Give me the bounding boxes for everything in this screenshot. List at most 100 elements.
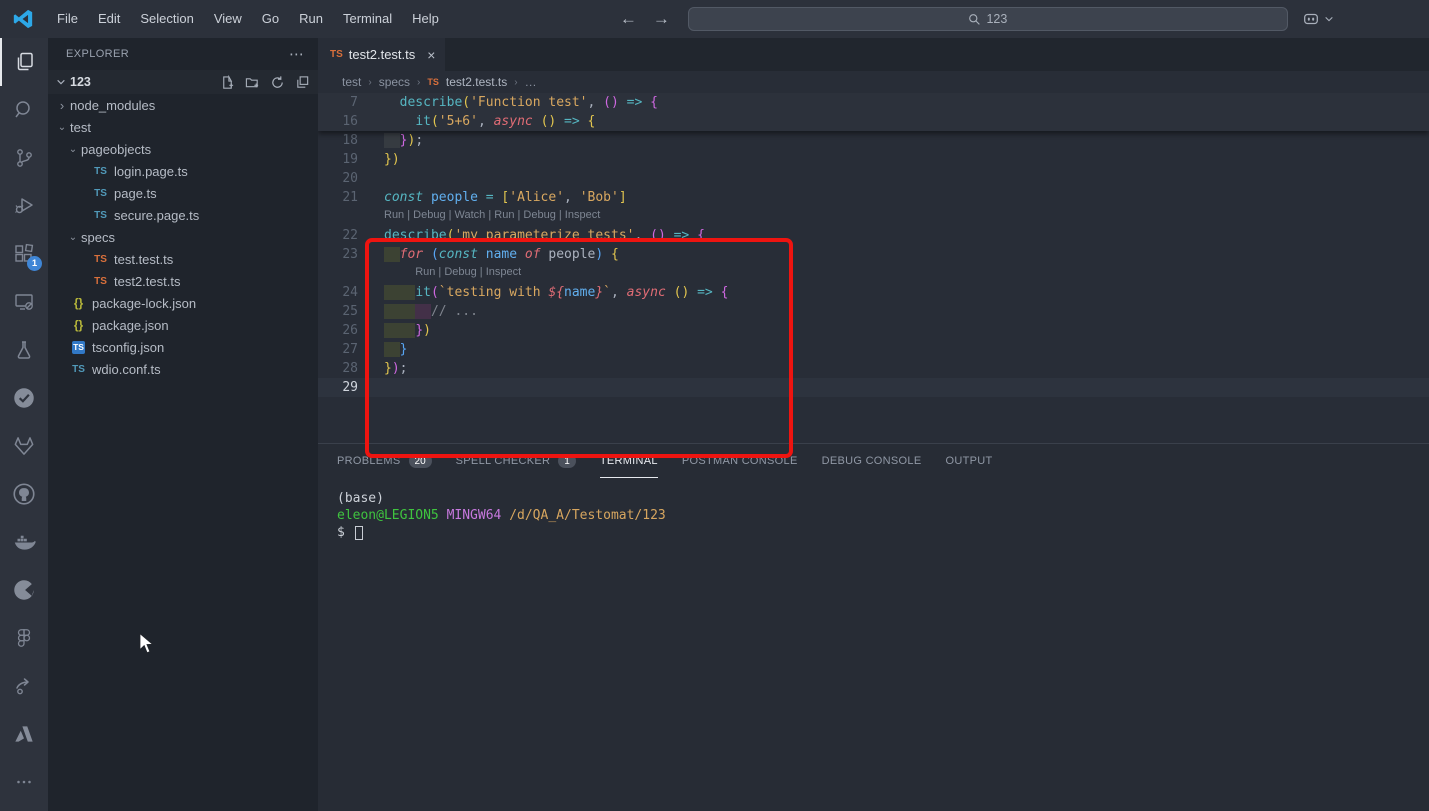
panel-tab-output[interactable]: OUTPUT: [945, 444, 992, 478]
refresh-icon[interactable]: [270, 75, 285, 90]
terminal-output[interactable]: (base)eleon@LEGION5 MINGW64 /d/QA_A/Test…: [318, 478, 1429, 541]
run-and-debug-icon[interactable]: [0, 182, 48, 230]
terminal-line: (base): [337, 490, 1429, 507]
mouse-cursor: [137, 632, 157, 656]
menu-selection[interactable]: Selection: [131, 7, 202, 30]
github-icon[interactable]: [0, 470, 48, 518]
explorer-more-icon[interactable]: ⋯: [289, 45, 304, 63]
more-actions-icon[interactable]: [0, 758, 48, 806]
back-arrow-icon[interactable]: ←: [620, 9, 637, 29]
command-search-box[interactable]: 123: [688, 7, 1288, 31]
check-circle-icon[interactable]: [0, 374, 48, 422]
tab-label: test2.test.ts: [349, 47, 415, 62]
tab-test2-test-ts[interactable]: TS test2.test.ts ×: [318, 38, 445, 71]
tree-item-label: package-lock.json: [92, 296, 196, 311]
explorer-title: EXPLORER: [66, 48, 129, 60]
tree-item-label: specs: [81, 230, 115, 245]
breadcrumb-item[interactable]: …: [525, 75, 537, 89]
share-arrow-icon[interactable]: [0, 662, 48, 710]
workspace-name: 123: [70, 75, 220, 89]
tree-item-specs[interactable]: ⌄specs: [48, 226, 318, 248]
menu-go[interactable]: Go: [253, 7, 288, 30]
tree-item-pageobjects[interactable]: ⌄pageobjects: [48, 138, 318, 160]
extensions-icon[interactable]: 1: [0, 230, 48, 278]
tree-item-label: node_modules: [70, 98, 155, 113]
chevron-down-icon: [56, 77, 66, 87]
tree-item-test2.test.ts[interactable]: TStest2.test.ts: [48, 270, 318, 292]
new-folder-icon[interactable]: [245, 75, 260, 90]
line-number: [318, 264, 358, 283]
terminal-cursor: [355, 526, 363, 540]
code-line-21: 21const people = ['Alice', 'Bob']: [318, 188, 1429, 207]
menu-run[interactable]: Run: [290, 7, 332, 30]
menu-help[interactable]: Help: [403, 7, 448, 30]
source-control-icon[interactable]: [0, 134, 48, 182]
chevron-right-icon: ›: [368, 77, 371, 88]
code-line-19: 19}): [318, 150, 1429, 169]
explorer-icon[interactable]: [0, 38, 48, 86]
search-sidebar-icon[interactable]: [0, 86, 48, 134]
chevron-right-icon: ›: [417, 77, 420, 88]
gitlab-icon[interactable]: [0, 422, 48, 470]
ts-file-icon: TS: [92, 254, 109, 265]
panel-tab-label: DEBUG CONSOLE: [822, 455, 922, 467]
pacman-circle-icon[interactable]: [0, 566, 48, 614]
tree-item-package-lock.json[interactable]: {} package-lock.json: [48, 292, 318, 314]
tree-item-login.page.ts[interactable]: TSlogin.page.ts: [48, 160, 318, 182]
chevron-down-icon: ⌄: [65, 144, 81, 155]
tree-item-node_modules[interactable]: ›node_modules: [48, 94, 318, 116]
code-line-7: 7 describe('Function test', () => {: [318, 93, 1429, 112]
ts-file-icon: TS: [70, 364, 87, 375]
extensions-badge: 1: [27, 256, 42, 271]
line-number: 18: [318, 131, 358, 150]
testing-beaker-icon[interactable]: [0, 326, 48, 374]
breadcrumb-item[interactable]: test2.test.ts: [446, 75, 507, 89]
menu-edit[interactable]: Edit: [89, 7, 129, 30]
tree-item-page.ts[interactable]: TSpage.ts: [48, 182, 318, 204]
activity-bar: 1: [0, 38, 48, 811]
copilot-menu[interactable]: [1302, 10, 1334, 28]
tree-item-label: test2.test.ts: [114, 274, 180, 289]
ts-file-icon: TS: [92, 166, 109, 177]
tree-item-label: tsconfig.json: [92, 340, 164, 355]
docker-icon[interactable]: [0, 518, 48, 566]
chevron-down-icon: ⌄: [65, 232, 81, 243]
breadcrumb: test › specs › TS test2.test.ts › …: [318, 71, 1429, 93]
code-editor[interactable]: 7 describe('Function test', () => {16 it…: [318, 93, 1429, 481]
breadcrumb-item[interactable]: test: [342, 75, 361, 89]
tree-item-test[interactable]: ⌄test: [48, 116, 318, 138]
tree-item-test.test.ts[interactable]: TStest.test.ts: [48, 248, 318, 270]
file-tree: ›node_modules⌄test⌄pageobjectsTSlogin.pa…: [48, 94, 318, 380]
code-lens[interactable]: Run | Debug | Watch | Run | Debug | Insp…: [318, 207, 1429, 226]
json-file-icon: {}: [70, 296, 87, 310]
line-number: 21: [318, 188, 358, 207]
line-number: 19: [318, 150, 358, 169]
collapse-folders-icon[interactable]: [295, 75, 310, 90]
search-value: 123: [986, 12, 1007, 26]
new-file-icon[interactable]: [220, 75, 235, 90]
menu-file[interactable]: File: [48, 7, 87, 30]
tree-item-wdio.conf.ts[interactable]: TS wdio.conf.ts: [48, 358, 318, 380]
forward-arrow-icon[interactable]: →: [653, 9, 670, 29]
tree-item-package.json[interactable]: {}package.json: [48, 314, 318, 336]
copilot-icon: [1302, 10, 1320, 28]
search-icon: [968, 13, 981, 26]
tab-close-icon[interactable]: ×: [427, 47, 435, 63]
azure-icon[interactable]: [0, 710, 48, 758]
remote-explorer-icon[interactable]: [0, 278, 48, 326]
code-text: const people = ['Alice', 'Bob']: [358, 188, 627, 207]
breadcrumb-item[interactable]: specs: [379, 75, 410, 89]
menu-view[interactable]: View: [205, 7, 251, 30]
figma-icon[interactable]: [0, 614, 48, 662]
tree-item-tsconfig.json[interactable]: TStsconfig.json: [48, 336, 318, 358]
workspace-section-header[interactable]: 123: [48, 70, 318, 94]
tree-item-secure.page.ts[interactable]: TSsecure.page.ts: [48, 204, 318, 226]
line-number: 24: [318, 283, 358, 302]
code-text: it('5+6', async () => {: [358, 112, 595, 131]
tree-item-label: wdio.conf.ts: [92, 362, 161, 377]
ts-file-icon: TS: [92, 210, 109, 221]
menu-terminal[interactable]: Terminal: [334, 7, 401, 30]
panel-tab-debug-console[interactable]: DEBUG CONSOLE: [822, 444, 922, 478]
json-file-icon: {}: [70, 318, 87, 332]
tree-item-label: page.ts: [114, 186, 157, 201]
